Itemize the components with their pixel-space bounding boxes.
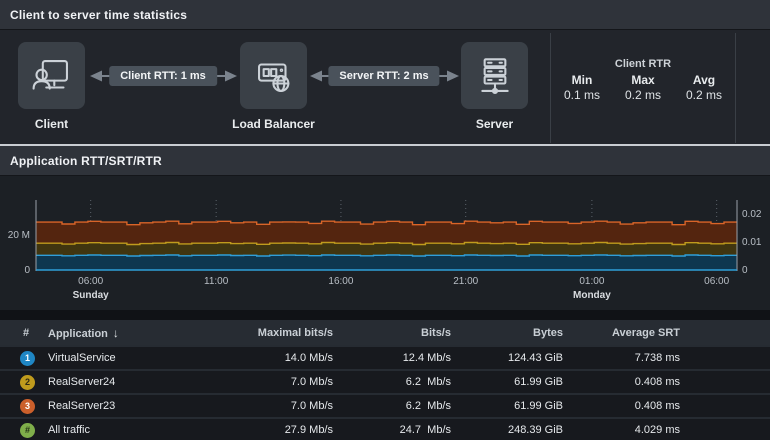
x-tick-label: 21:00 [453, 276, 478, 287]
application-name: All traffic [48, 424, 90, 436]
bytes-value: 61.99 GiB [514, 400, 563, 412]
maximal-bits-value: 7.0 Mb/s [290, 376, 333, 388]
bytes-value: 61.99 GiB [514, 376, 563, 388]
bits-value: 12.4 Mb/s [402, 352, 451, 364]
bytes-value: 248.39 GiB [507, 424, 563, 436]
maximal-bits-value: 14.0 Mb/s [284, 352, 333, 364]
average-srt-value: 0.408 ms [634, 400, 680, 412]
y-right-tick-label: 0.01 [742, 237, 762, 248]
day-label: Sunday [73, 290, 110, 301]
rank-badge: 1 [20, 350, 35, 366]
server-label: Server [475, 117, 514, 131]
flow-diagram: Client Load Balancer Server Client RTT: … [0, 30, 770, 144]
y-left-tick-label: 20 M [8, 230, 30, 241]
traffic-time-series-chart[interactable]: 06:00 11:00 16:00 21:00 01:00 06:00 Sunday Mond… [0, 176, 770, 310]
rank-badge: 2 [20, 374, 35, 390]
load-balancer-node-box [240, 42, 307, 109]
panel-title: Client to server time statistics [10, 7, 188, 22]
day-label: Monday [573, 290, 611, 301]
stat-min: Min 0.1 ms [563, 73, 600, 102]
bits-value: 6.2 Mb/s [405, 400, 451, 412]
node-server: Server [461, 42, 528, 131]
client-rtr-stats: Client RTR Min 0.1 ms Max 0.2 ms Avg 0.2… [551, 30, 735, 144]
average-srt-value: 7.738 ms [634, 352, 680, 364]
application-name: VirtualService [48, 352, 116, 364]
series-area [36, 255, 737, 270]
table-row[interactable]: # All traffic 27.9 Mb/s 24.7 Mb/s 248.39 GiB… [0, 419, 770, 440]
client-label: Client [34, 117, 69, 131]
bits-value: 6.2 Mb/s [405, 376, 451, 388]
panel-header: Application RTT/SRT/RTR [0, 146, 770, 176]
x-tick-label: 11:00 [204, 276, 229, 287]
average-srt-value: 0.408 ms [634, 376, 680, 388]
maximal-bits-value: 7.0 Mb/s [290, 400, 333, 412]
client-node-box [18, 42, 85, 109]
client-icon [32, 59, 68, 90]
bits-value: 24.7 Mb/s [399, 424, 451, 436]
x-tick-label: 16:00 [328, 276, 353, 287]
table-body: 1 VirtualService 14.0 Mb/s 12.4 Mb/s 124.43 … [0, 347, 770, 440]
y-left-tick-label: 0 [24, 265, 30, 276]
application-table: # Application ↓ Maximal bits/s Bits/s Byt… [0, 320, 770, 440]
application-name: RealServer24 [48, 376, 116, 388]
monitoring-dashboard: Client to server time statistics Client [0, 0, 770, 440]
column-header-bits[interactable]: Bits/s [333, 327, 451, 339]
node-load-balancer: Load Balancer [232, 42, 315, 131]
server-rtt-badge: Server RTT: 2 ms [328, 66, 440, 86]
column-header-application[interactable]: Application ↓ [48, 326, 213, 340]
panel-title: Application RTT/SRT/RTR [10, 153, 162, 168]
node-client: Client [18, 42, 85, 131]
table-row[interactable]: 2 RealServer24 7.0 Mb/s 6.2 Mb/s 61.99 GiB 0.… [0, 371, 770, 393]
panel-application-rtt: Application RTT/SRT/RTR 06:00 11:00 16:00 2… [0, 146, 770, 310]
sort-desc-icon: ↓ [112, 325, 119, 340]
x-tick-label: 06:00 [78, 276, 103, 287]
load-balancer-icon [257, 62, 289, 92]
x-tick-label: 01:00 [579, 276, 604, 287]
stat-avg: Avg 0.2 ms [685, 73, 722, 102]
column-header-average-srt[interactable]: Average SRT [563, 327, 680, 339]
table-row[interactable]: 3 RealServer23 7.0 Mb/s 6.2 Mb/s 61.99 GiB 0.… [0, 395, 770, 417]
y-right-tick-label: 0 [742, 265, 748, 276]
client-rtt-badge: Client RTT: 1 ms [109, 66, 217, 86]
column-header-bytes[interactable]: Bytes [451, 327, 563, 339]
divider [735, 33, 736, 143]
table-header-row: # Application ↓ Maximal bits/s Bits/s Byt… [0, 320, 770, 345]
rank-badge: # [20, 422, 35, 438]
stats-title: Client RTR [614, 58, 672, 70]
panel-header: Client to server time statistics [0, 0, 770, 30]
y-right-tick-label: 0.02 [742, 209, 762, 220]
load-balancer-label: Load Balancer [232, 117, 315, 131]
average-srt-value: 4.029 ms [634, 424, 680, 436]
bytes-value: 124.43 GiB [507, 352, 563, 364]
series-line [36, 254, 737, 257]
column-header-maximal-bits[interactable]: Maximal bits/s [213, 327, 333, 339]
rank-badge: 3 [20, 398, 35, 414]
table-row[interactable]: 1 VirtualService 14.0 Mb/s 12.4 Mb/s 124.43 … [0, 347, 770, 369]
maximal-bits-value: 27.9 Mb/s [284, 424, 333, 436]
x-tick-label: 06:00 [704, 276, 729, 287]
panel-client-server-stats: Client to server time statistics Client [0, 0, 770, 144]
column-header-rank[interactable]: # [0, 327, 48, 339]
server-icon [480, 57, 509, 94]
server-node-box [461, 42, 528, 109]
stats-grid: Min 0.1 ms Max 0.2 ms Avg 0.2 ms [552, 73, 735, 103]
application-name: RealServer23 [48, 400, 116, 412]
stat-max: Max 0.2 ms [624, 73, 661, 102]
